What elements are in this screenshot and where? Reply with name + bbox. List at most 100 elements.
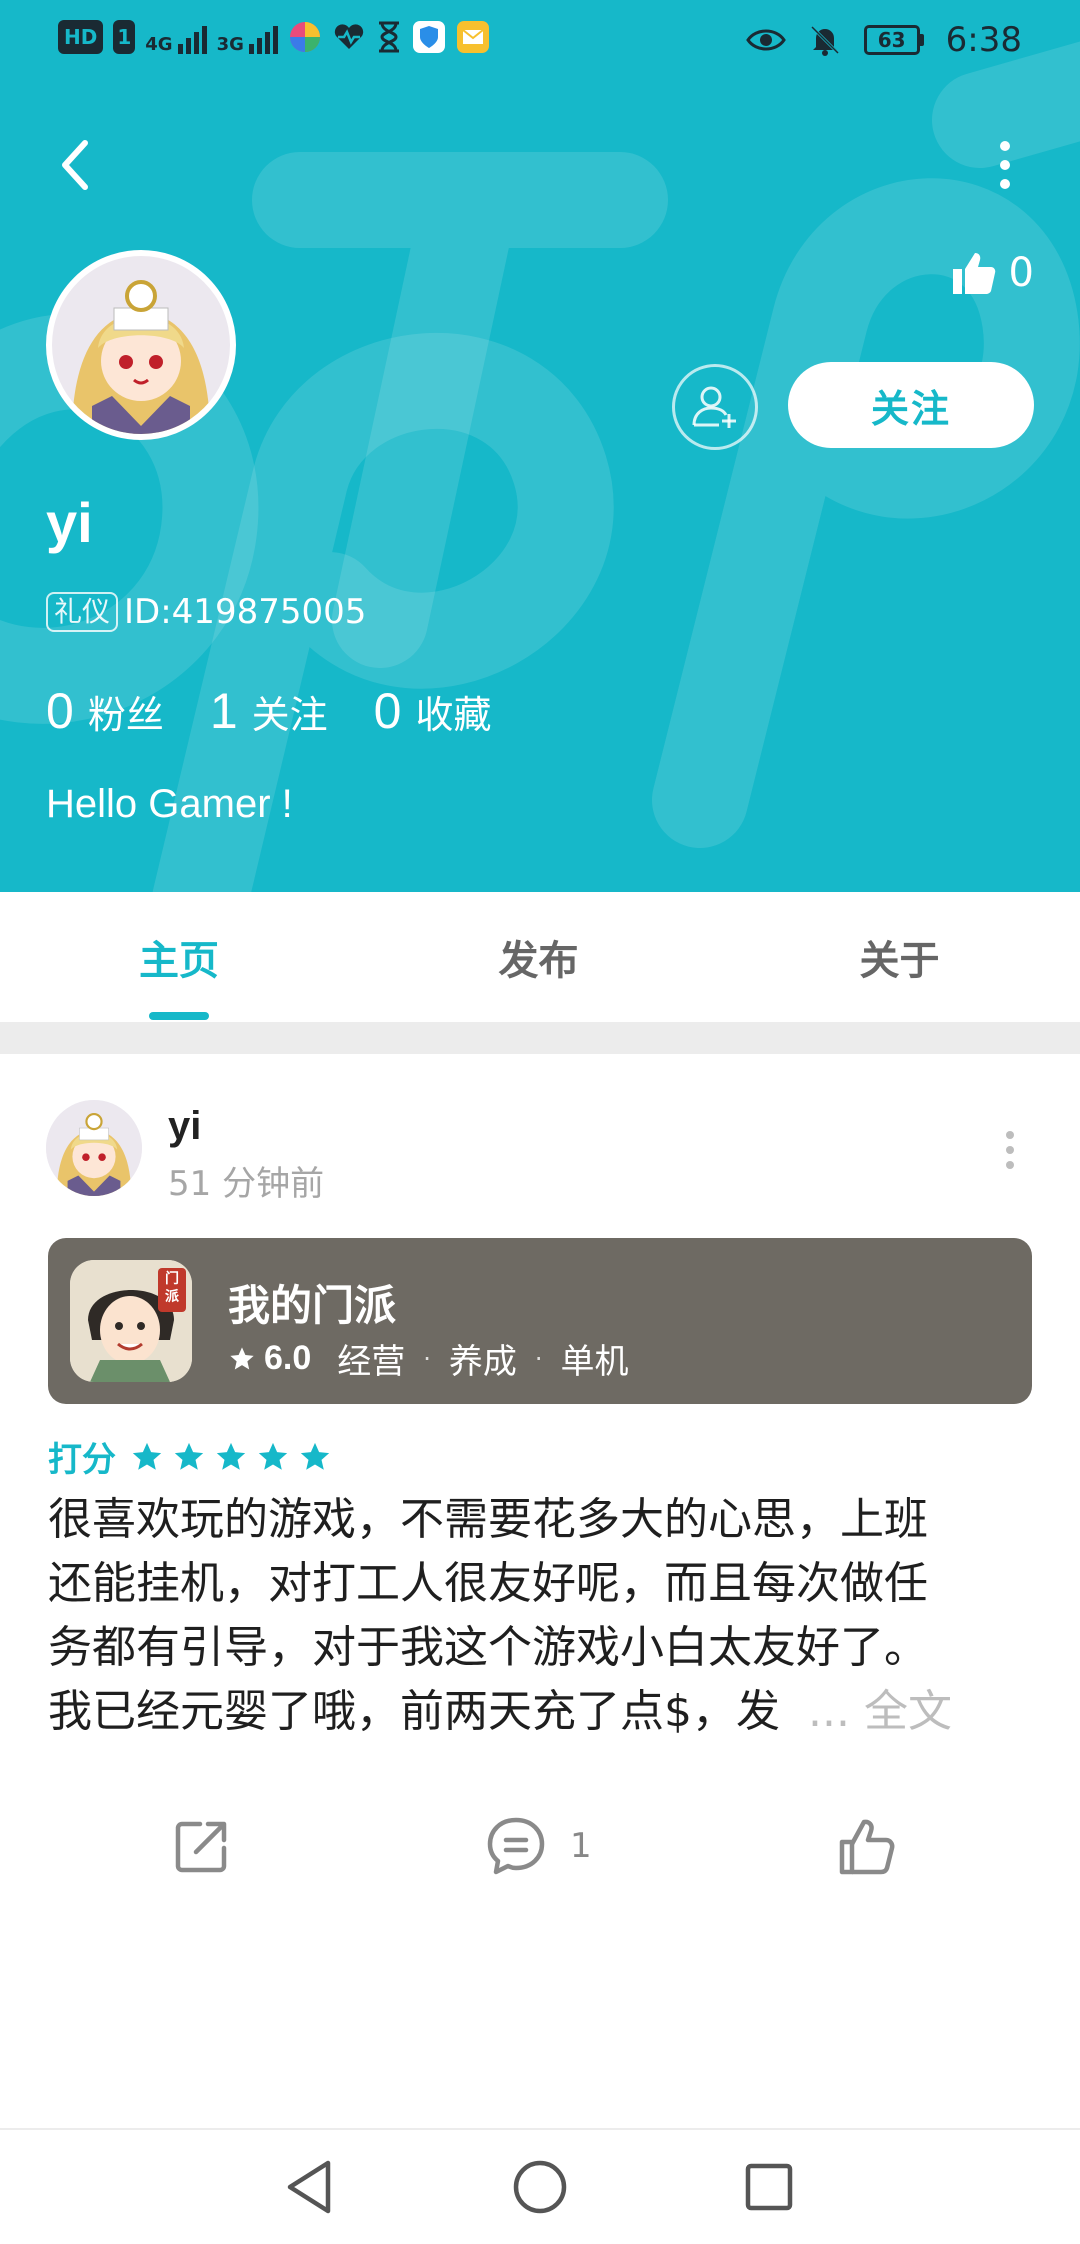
tab-about[interactable]: 关于 (719, 892, 1080, 1022)
read-more-link[interactable]: ... 全文 (808, 1686, 952, 1737)
post-more-button[interactable] (980, 1120, 1040, 1180)
hourglass-icon (378, 21, 399, 53)
followers-count: 0 (46, 683, 74, 739)
star-icon (216, 1442, 246, 1470)
sim-badge: 1 (113, 20, 136, 54)
tab-posts-label: 发布 (498, 938, 579, 984)
game-icon-badge: 门派 (165, 1271, 179, 1305)
profile-avatar[interactable] (46, 250, 236, 440)
mail-app-icon (456, 21, 489, 53)
more-options-button[interactable] (970, 130, 1040, 200)
back-button[interactable] (40, 130, 110, 200)
tag-separator: · (534, 1344, 543, 1373)
game-tag: 经营 (337, 1342, 406, 1382)
comment-count: 1 (570, 1826, 592, 1866)
star-icon (174, 1442, 204, 1470)
square-recent-icon (745, 2163, 793, 2211)
review-line: 我已经元婴了哦，前两天充了点$，发 (48, 1686, 780, 1737)
game-rating: 6.0 (228, 1339, 311, 1378)
likes-counter[interactable]: 0 (951, 250, 1034, 296)
eye-icon (745, 29, 786, 51)
stat-followers[interactable]: 0 粉丝 (46, 682, 164, 740)
followers-label: 粉丝 (87, 693, 164, 737)
game-tag: 单机 (560, 1342, 629, 1382)
back-arrow-icon (62, 140, 88, 190)
following-label: 关注 (251, 693, 328, 737)
anime-avatar-image (46, 1100, 142, 1196)
tab-about-label: 关于 (859, 938, 940, 984)
clock: 6:38 (945, 20, 1022, 60)
post-actions: 1 (0, 1806, 1080, 1886)
etiquette-badge: 礼仪 (46, 592, 119, 632)
shield-app-icon (412, 21, 445, 53)
battery-icon: 63 (863, 25, 924, 55)
share-button[interactable] (170, 1806, 234, 1886)
post-timestamp: 51 分钟前 (168, 1164, 325, 1204)
thumb-up-icon (952, 253, 995, 294)
comment-button[interactable]: 1 (484, 1806, 592, 1886)
add-user-icon (692, 386, 736, 428)
tab-active-indicator (149, 1012, 209, 1020)
likes-count: 0 (1008, 250, 1034, 296)
circle-home-icon (513, 2160, 567, 2214)
nav-home-button[interactable] (505, 2152, 575, 2222)
triangle-back-icon (287, 2160, 331, 2214)
stat-following[interactable]: 1 关注 (210, 682, 328, 740)
review-line: 务都有引导，对于我这个游戏小白太友好了。 (48, 1622, 928, 1673)
rating-stars (130, 1440, 332, 1474)
health-heart-icon (334, 24, 364, 49)
post-author-name[interactable]: yi (168, 1104, 201, 1149)
profile-header: HD 1 4G 3G 63 6:38 0 关注 yi 礼仪 ID:4198750… (0, 0, 1080, 892)
tab-home-label: 主页 (139, 938, 219, 984)
thumb-up-icon (839, 1819, 895, 1875)
review-line-last: 我已经元婴了哦，前两天充了点$，发 ... 全文 (48, 1680, 1032, 1744)
more-vertical-icon (1000, 141, 1010, 189)
star-icon (132, 1442, 162, 1470)
favorites-count: 0 (373, 683, 402, 739)
tab-home[interactable]: 主页 (0, 892, 358, 1022)
review-line: 很喜欢玩的游戏，不需要花多大的心思，上班 (48, 1494, 928, 1545)
bell-muted-icon (810, 25, 839, 56)
add-friend-button[interactable] (672, 364, 758, 450)
signal-4g-icon: 4G (145, 20, 207, 54)
game-title: 我的门派 (228, 1281, 397, 1330)
tab-posts[interactable]: 发布 (358, 892, 719, 1022)
section-divider (0, 1022, 1080, 1054)
follow-button[interactable]: 关注 (788, 362, 1034, 448)
tag-separator: · (423, 1344, 431, 1373)
game-rating-value: 6.0 (264, 1339, 312, 1377)
user-id-text: ID:419875005 (124, 592, 367, 632)
profile-tabs: 主页 发布 关于 (0, 892, 1080, 1022)
nav-back-button[interactable] (274, 2152, 344, 2222)
system-nav-bar (0, 2128, 1080, 2244)
stat-favorites[interactable]: 0 收藏 (374, 682, 492, 740)
game-card[interactable]: 门派 我的门派 6.0 经营 · 养成 · 单机 (48, 1238, 1032, 1404)
share-icon (175, 1821, 227, 1873)
app-colorful-icon (289, 22, 320, 52)
star-icon (300, 1442, 330, 1470)
game-icon: 门派 (70, 1260, 192, 1382)
star-icon (230, 1346, 254, 1369)
game-tag: 养成 (448, 1342, 517, 1382)
user-id-row: 礼仪 ID:419875005 (46, 592, 366, 632)
post-author-avatar[interactable] (46, 1100, 142, 1196)
hd-badge: HD (58, 20, 104, 54)
comment-icon (487, 1817, 545, 1875)
favorites-label: 收藏 (415, 693, 492, 737)
profile-bio: Hello Gamer ! (46, 782, 293, 826)
more-vertical-icon (1006, 1131, 1014, 1169)
review-text[interactable]: 很喜欢玩的游戏，不需要花多大的心思，上班 还能挂机，对打工人很友好呢，而且每次做… (48, 1488, 1032, 1744)
following-count: 1 (209, 683, 238, 739)
stats-row: 0 粉丝 1 关注 0 收藏 (46, 682, 537, 740)
star-icon (258, 1442, 288, 1470)
profile-username: yi (46, 491, 93, 554)
signal-3g-icon: 3G (217, 20, 278, 54)
anime-avatar-image (52, 256, 230, 434)
game-meta: 6.0 经营 · 养成 · 单机 (228, 1334, 629, 1383)
score-row: 打分 (48, 1432, 332, 1481)
like-button[interactable] (834, 1806, 898, 1886)
review-line: 还能挂机，对打工人很友好呢，而且每次做任 (48, 1558, 928, 1609)
score-label: 打分 (48, 1440, 116, 1480)
nav-recent-button[interactable] (734, 2152, 804, 2222)
status-bar: HD 1 4G 3G 63 6:38 (0, 0, 1080, 80)
